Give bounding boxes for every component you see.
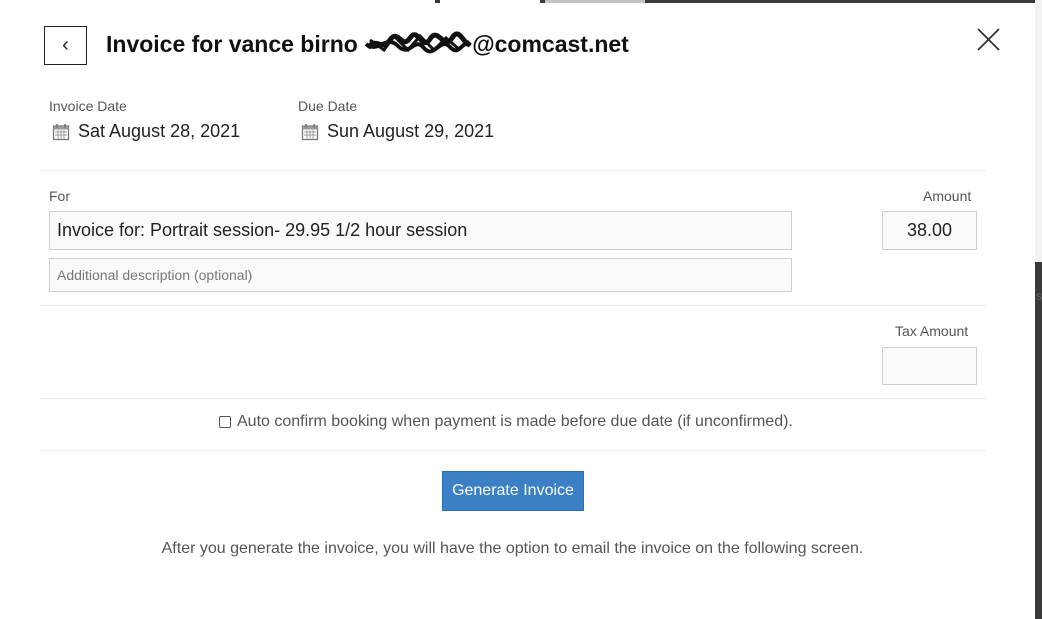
for-input[interactable]: Invoice for: Portrait session- 29.95 1/2… — [49, 211, 792, 250]
generate-invoice-button[interactable]: Generate Invoice — [442, 471, 584, 511]
title-email-domain: @comcast.net — [472, 31, 629, 57]
background-overlay-edge: s — [1035, 0, 1042, 619]
divider — [40, 170, 986, 171]
invoice-modal: ‹ Invoice for vance birno @comcast.net I… — [0, 3, 1035, 619]
auto-confirm-row: Auto confirm booking when payment is mad… — [219, 413, 793, 431]
close-button[interactable] — [974, 25, 1004, 55]
invoice-date-label: Invoice Date — [49, 98, 127, 114]
footnote-text: After you generate the invoice, you will… — [161, 540, 864, 557]
close-icon — [977, 28, 1000, 51]
divider — [40, 398, 986, 399]
divider — [40, 305, 986, 306]
title-name: Invoice for vance birno — [106, 31, 358, 57]
background-text: s — [1036, 289, 1042, 303]
back-button[interactable]: ‹ — [44, 26, 87, 65]
calendar-icon — [301, 123, 319, 140]
auto-confirm-checkbox[interactable] — [219, 416, 231, 428]
tax-amount-input[interactable] — [882, 347, 977, 385]
tax-amount-label: Tax Amount — [895, 323, 969, 339]
description-input[interactable]: Additional description (optional) — [49, 258, 792, 292]
invoice-date-picker[interactable]: Sat August 28, 2021 — [52, 121, 240, 142]
redacted-scribble — [364, 30, 472, 56]
background-page-edge — [1035, 0, 1042, 262]
chevron-left-icon: ‹ — [62, 34, 69, 56]
divider — [40, 450, 986, 451]
auto-confirm-label[interactable]: Auto confirm booking when payment is mad… — [237, 413, 793, 431]
due-date-label: Due Date — [298, 98, 358, 114]
amount-input[interactable]: 38.00 — [882, 211, 977, 250]
due-date-value: Sun August 29, 2021 — [327, 121, 495, 141]
modal-title: Invoice for vance birno @comcast.net — [106, 31, 629, 59]
invoice-date-value: Sat August 28, 2021 — [78, 121, 241, 141]
due-date-picker[interactable]: Sun August 29, 2021 — [301, 121, 494, 142]
amount-label: Amount — [923, 188, 972, 204]
calendar-icon — [52, 123, 70, 140]
for-label: For — [49, 188, 70, 204]
